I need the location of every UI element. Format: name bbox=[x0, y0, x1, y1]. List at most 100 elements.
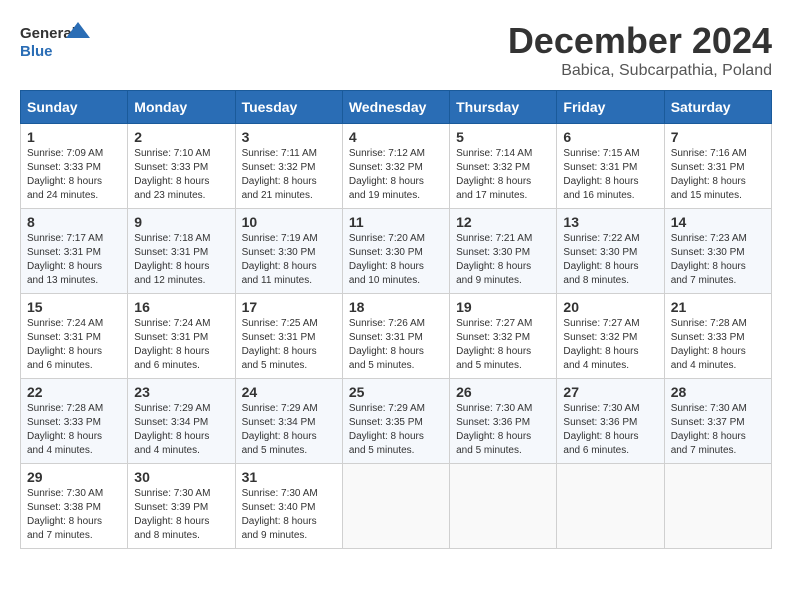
sunrise-label: Sunrise: 7:27 AM bbox=[563, 318, 639, 329]
calendar-day-header: Saturday bbox=[664, 91, 771, 124]
day-number: 30 bbox=[134, 469, 228, 485]
calendar-day-cell: 17 Sunrise: 7:25 AM Sunset: 3:31 PM Dayl… bbox=[235, 294, 342, 379]
sunrise-label: Sunrise: 7:11 AM bbox=[242, 148, 317, 159]
daylight-label: Daylight: 8 hours and 17 minutes. bbox=[456, 176, 531, 201]
calendar-day-cell: 27 Sunrise: 7:30 AM Sunset: 3:36 PM Dayl… bbox=[557, 379, 664, 464]
calendar-table: SundayMondayTuesdayWednesdayThursdayFrid… bbox=[20, 90, 772, 549]
day-number: 15 bbox=[27, 299, 121, 315]
calendar-day-cell: 8 Sunrise: 7:17 AM Sunset: 3:31 PM Dayli… bbox=[21, 209, 128, 294]
calendar-day-header: Sunday bbox=[21, 91, 128, 124]
day-number: 6 bbox=[563, 129, 657, 145]
calendar-week-row: 15 Sunrise: 7:24 AM Sunset: 3:31 PM Dayl… bbox=[21, 294, 772, 379]
title-area: December 2024 Babica, Subcarpathia, Pola… bbox=[508, 20, 772, 80]
sunset-label: Sunset: 3:40 PM bbox=[242, 502, 316, 513]
sunrise-label: Sunrise: 7:25 AM bbox=[242, 318, 318, 329]
daylight-label: Daylight: 8 hours and 4 minutes. bbox=[563, 346, 638, 371]
calendar-day-cell: 30 Sunrise: 7:30 AM Sunset: 3:39 PM Dayl… bbox=[128, 464, 235, 549]
svg-text:General: General bbox=[20, 25, 76, 42]
calendar-day-cell: 9 Sunrise: 7:18 AM Sunset: 3:31 PM Dayli… bbox=[128, 209, 235, 294]
day-number: 2 bbox=[134, 129, 228, 145]
day-number: 7 bbox=[671, 129, 765, 145]
sunrise-label: Sunrise: 7:22 AM bbox=[563, 233, 639, 244]
sunset-label: Sunset: 3:34 PM bbox=[242, 417, 316, 428]
daylight-label: Daylight: 8 hours and 10 minutes. bbox=[349, 261, 424, 286]
daylight-label: Daylight: 8 hours and 4 minutes. bbox=[134, 431, 209, 456]
sunrise-label: Sunrise: 7:20 AM bbox=[349, 233, 425, 244]
calendar-day-cell bbox=[557, 464, 664, 549]
sunset-label: Sunset: 3:31 PM bbox=[134, 247, 208, 258]
day-info: Sunrise: 7:11 AM Sunset: 3:32 PM Dayligh… bbox=[242, 147, 336, 203]
sunset-label: Sunset: 3:39 PM bbox=[134, 502, 208, 513]
sunset-label: Sunset: 3:31 PM bbox=[27, 332, 101, 343]
sunrise-label: Sunrise: 7:28 AM bbox=[27, 403, 103, 414]
sunset-label: Sunset: 3:32 PM bbox=[456, 332, 530, 343]
calendar-day-cell: 1 Sunrise: 7:09 AM Sunset: 3:33 PM Dayli… bbox=[21, 124, 128, 209]
sunset-label: Sunset: 3:36 PM bbox=[563, 417, 637, 428]
calendar-day-header: Wednesday bbox=[342, 91, 449, 124]
calendar-day-cell bbox=[342, 464, 449, 549]
sunset-label: Sunset: 3:31 PM bbox=[134, 332, 208, 343]
daylight-label: Daylight: 8 hours and 21 minutes. bbox=[242, 176, 317, 201]
daylight-label: Daylight: 8 hours and 8 minutes. bbox=[563, 261, 638, 286]
calendar-week-row: 8 Sunrise: 7:17 AM Sunset: 3:31 PM Dayli… bbox=[21, 209, 772, 294]
day-info: Sunrise: 7:28 AM Sunset: 3:33 PM Dayligh… bbox=[671, 317, 765, 373]
day-number: 5 bbox=[456, 129, 550, 145]
calendar-day-cell: 18 Sunrise: 7:26 AM Sunset: 3:31 PM Dayl… bbox=[342, 294, 449, 379]
day-number: 17 bbox=[242, 299, 336, 315]
day-info: Sunrise: 7:21 AM Sunset: 3:30 PM Dayligh… bbox=[456, 232, 550, 288]
sunset-label: Sunset: 3:32 PM bbox=[456, 162, 530, 173]
day-number: 24 bbox=[242, 384, 336, 400]
day-info: Sunrise: 7:12 AM Sunset: 3:32 PM Dayligh… bbox=[349, 147, 443, 203]
sunrise-label: Sunrise: 7:19 AM bbox=[242, 233, 318, 244]
daylight-label: Daylight: 8 hours and 4 minutes. bbox=[671, 346, 746, 371]
calendar-day-cell: 15 Sunrise: 7:24 AM Sunset: 3:31 PM Dayl… bbox=[21, 294, 128, 379]
daylight-label: Daylight: 8 hours and 16 minutes. bbox=[563, 176, 638, 201]
calendar-week-row: 29 Sunrise: 7:30 AM Sunset: 3:38 PM Dayl… bbox=[21, 464, 772, 549]
calendar-day-cell bbox=[450, 464, 557, 549]
calendar-day-cell: 5 Sunrise: 7:14 AM Sunset: 3:32 PM Dayli… bbox=[450, 124, 557, 209]
sunrise-label: Sunrise: 7:30 AM bbox=[27, 488, 103, 499]
day-number: 23 bbox=[134, 384, 228, 400]
day-number: 26 bbox=[456, 384, 550, 400]
daylight-label: Daylight: 8 hours and 9 minutes. bbox=[456, 261, 531, 286]
day-info: Sunrise: 7:28 AM Sunset: 3:33 PM Dayligh… bbox=[27, 402, 121, 458]
day-info: Sunrise: 7:29 AM Sunset: 3:35 PM Dayligh… bbox=[349, 402, 443, 458]
sunrise-label: Sunrise: 7:10 AM bbox=[134, 148, 210, 159]
sunrise-label: Sunrise: 7:30 AM bbox=[134, 488, 210, 499]
day-number: 9 bbox=[134, 214, 228, 230]
sunrise-label: Sunrise: 7:24 AM bbox=[27, 318, 103, 329]
location-title: Babica, Subcarpathia, Poland bbox=[508, 62, 772, 80]
day-number: 29 bbox=[27, 469, 121, 485]
sunrise-label: Sunrise: 7:27 AM bbox=[456, 318, 532, 329]
calendar-day-cell: 25 Sunrise: 7:29 AM Sunset: 3:35 PM Dayl… bbox=[342, 379, 449, 464]
daylight-label: Daylight: 8 hours and 12 minutes. bbox=[134, 261, 209, 286]
day-info: Sunrise: 7:09 AM Sunset: 3:33 PM Dayligh… bbox=[27, 147, 121, 203]
sunset-label: Sunset: 3:32 PM bbox=[242, 162, 316, 173]
day-number: 19 bbox=[456, 299, 550, 315]
day-info: Sunrise: 7:24 AM Sunset: 3:31 PM Dayligh… bbox=[27, 317, 121, 373]
sunrise-label: Sunrise: 7:15 AM bbox=[563, 148, 639, 159]
calendar-day-cell: 29 Sunrise: 7:30 AM Sunset: 3:38 PM Dayl… bbox=[21, 464, 128, 549]
calendar-day-cell: 2 Sunrise: 7:10 AM Sunset: 3:33 PM Dayli… bbox=[128, 124, 235, 209]
day-number: 31 bbox=[242, 469, 336, 485]
daylight-label: Daylight: 8 hours and 4 minutes. bbox=[27, 431, 102, 456]
sunrise-label: Sunrise: 7:29 AM bbox=[134, 403, 210, 414]
sunset-label: Sunset: 3:32 PM bbox=[349, 162, 423, 173]
sunset-label: Sunset: 3:33 PM bbox=[671, 332, 745, 343]
daylight-label: Daylight: 8 hours and 23 minutes. bbox=[134, 176, 209, 201]
daylight-label: Daylight: 8 hours and 11 minutes. bbox=[242, 261, 317, 286]
calendar-day-cell bbox=[664, 464, 771, 549]
day-number: 4 bbox=[349, 129, 443, 145]
sunrise-label: Sunrise: 7:18 AM bbox=[134, 233, 210, 244]
logo: General Blue bbox=[20, 20, 90, 60]
day-info: Sunrise: 7:14 AM Sunset: 3:32 PM Dayligh… bbox=[456, 147, 550, 203]
day-number: 22 bbox=[27, 384, 121, 400]
daylight-label: Daylight: 8 hours and 6 minutes. bbox=[27, 346, 102, 371]
daylight-label: Daylight: 8 hours and 7 minutes. bbox=[27, 516, 102, 541]
day-info: Sunrise: 7:25 AM Sunset: 3:31 PM Dayligh… bbox=[242, 317, 336, 373]
calendar-week-row: 1 Sunrise: 7:09 AM Sunset: 3:33 PM Dayli… bbox=[21, 124, 772, 209]
daylight-label: Daylight: 8 hours and 6 minutes. bbox=[563, 431, 638, 456]
day-info: Sunrise: 7:23 AM Sunset: 3:30 PM Dayligh… bbox=[671, 232, 765, 288]
daylight-label: Daylight: 8 hours and 5 minutes. bbox=[242, 346, 317, 371]
day-number: 11 bbox=[349, 214, 443, 230]
